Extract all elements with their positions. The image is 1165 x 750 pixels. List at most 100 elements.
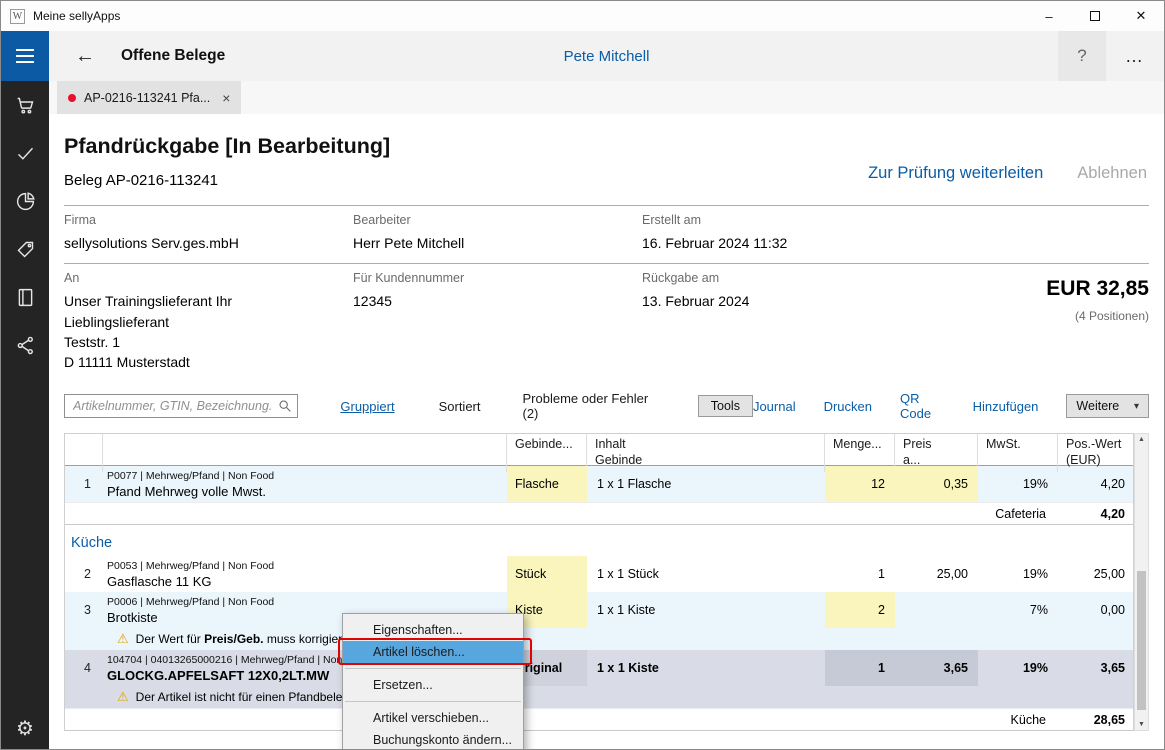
field-label: An bbox=[64, 271, 333, 285]
menu-item-artikel-loeschen[interactable]: Artikel löschen... bbox=[343, 641, 523, 663]
page-title: Offene Belege bbox=[121, 47, 225, 65]
subtotal-value: 28,65 bbox=[1058, 709, 1135, 730]
scroll-up-icon[interactable]: ▲ bbox=[1138, 436, 1145, 443]
problems-filter-link[interactable]: Probleme oder Fehler (2) bbox=[523, 391, 660, 421]
article-name: Brotkiste bbox=[107, 610, 158, 625]
help-button[interactable]: ? bbox=[1058, 31, 1106, 81]
menu-item-eigenschaften[interactable]: Eigenschaften... bbox=[343, 619, 523, 641]
table-row[interactable]: 2 P0053 | Mehrweg/Pfand | Non Food Gasfl… bbox=[65, 556, 1133, 592]
preis-cell[interactable]: 0,35 bbox=[895, 466, 978, 502]
search-icon[interactable] bbox=[277, 398, 293, 414]
recipient-city: D 11111 Musterstadt bbox=[64, 352, 333, 372]
weitere-dropdown-button[interactable]: Weitere ▾ bbox=[1066, 394, 1149, 418]
article-name: Gasflasche 11 KG bbox=[107, 574, 212, 589]
tab-document[interactable]: AP-0216-113241 Pfa... × bbox=[57, 81, 241, 114]
weitere-label: Weitere bbox=[1076, 399, 1119, 413]
journal-link[interactable]: Journal bbox=[753, 399, 796, 414]
titlebar: W Meine sellyApps – ✕ bbox=[1, 1, 1164, 31]
article-meta: P0053 | Mehrweg/Pfand | Non Food bbox=[107, 560, 274, 572]
search-input[interactable] bbox=[64, 394, 298, 418]
qr-code-link[interactable]: QR Code bbox=[900, 391, 945, 421]
menu-item-artikel-verschieben[interactable]: Artikel verschieben... bbox=[343, 707, 523, 729]
maximize-button[interactable] bbox=[1072, 1, 1118, 31]
app-window: W Meine sellyApps – ✕ bbox=[0, 0, 1165, 750]
article-name: GLOCKG.APFELSAFT 12X0,2LT.MW bbox=[107, 668, 329, 683]
hinzufuegen-link[interactable]: Hinzufügen bbox=[973, 399, 1039, 414]
context-menu: Eigenschaften... Artikel löschen... Erse… bbox=[342, 613, 524, 750]
article-meta: 104704 | 04013265000216 | Mehrweg/Pfand … bbox=[107, 654, 369, 666]
pie-chart-icon bbox=[15, 191, 36, 212]
field-label: Bearbeiter bbox=[353, 213, 622, 227]
mwst-cell: 7% bbox=[978, 592, 1058, 628]
warning-text: Der Artikel ist nicht für einen Pfandbel… bbox=[136, 690, 349, 704]
back-button[interactable]: ← bbox=[75, 45, 95, 68]
preis-cell[interactable]: 25,00 bbox=[895, 556, 978, 592]
article-meta: P0006 | Mehrweg/Pfand | Non Food bbox=[107, 596, 274, 608]
drucken-link[interactable]: Drucken bbox=[824, 399, 872, 414]
wert-cell: 0,00 bbox=[1058, 592, 1135, 628]
positions-table: Gebinde... InhaltGebinde Menge... Preisa… bbox=[64, 433, 1149, 731]
document-total: EUR 32,85 (4 Positionen) bbox=[1046, 271, 1149, 372]
field-value: 16. Februar 2024 11:32 bbox=[642, 233, 911, 253]
group-subtotal-row: Cafeteria 4,20 bbox=[65, 502, 1133, 525]
menu-separator bbox=[345, 701, 521, 702]
mwst-cell: 19% bbox=[978, 650, 1058, 686]
gebinde-cell[interactable]: Stück bbox=[507, 556, 587, 592]
menge-cell[interactable]: 1 bbox=[825, 650, 895, 686]
row-warning: ⚠ Der Artikel ist nicht für einen Pfandb… bbox=[65, 686, 1133, 708]
row-number: 3 bbox=[65, 592, 103, 628]
preis-cell[interactable] bbox=[895, 592, 978, 628]
info-row-1: Firma sellysolutions Serv.ges.mbH Bearbe… bbox=[64, 205, 1149, 263]
current-user-link[interactable]: Pete Mitchell bbox=[564, 31, 650, 81]
tab-close-icon[interactable]: × bbox=[222, 90, 230, 106]
menge-cell[interactable]: 1 bbox=[825, 556, 895, 592]
cart-icon bbox=[15, 95, 36, 116]
vertical-scrollbar[interactable]: ▲ ▼ bbox=[1134, 433, 1149, 731]
gebinde-cell[interactable]: Flasche bbox=[507, 466, 587, 502]
sidebar-item-journal[interactable] bbox=[1, 273, 49, 321]
sidebar-item-cart[interactable] bbox=[1, 81, 49, 129]
view-sortiert-link[interactable]: Sortiert bbox=[439, 399, 481, 414]
tag-icon bbox=[15, 239, 36, 260]
total-amount: EUR 32,85 bbox=[1046, 277, 1149, 301]
field-value: 13. Februar 2024 bbox=[642, 291, 911, 311]
sidebar-item-labels[interactable] bbox=[1, 225, 49, 273]
wert-cell: 4,20 bbox=[1058, 466, 1135, 502]
table-row[interactable]: 1 P0077 | Mehrweg/Pfand | Non Food Pfand… bbox=[65, 466, 1133, 502]
hamburger-menu-button[interactable] bbox=[1, 31, 49, 81]
tab-label: AP-0216-113241 Pfa... bbox=[84, 91, 210, 105]
preis-cell[interactable]: 3,65 bbox=[895, 650, 978, 686]
table-row-selected[interactable]: 4 104704 | 04013265000216 | Mehrweg/Pfan… bbox=[65, 650, 1133, 686]
inhalt-cell: 1 x 1 Kiste bbox=[587, 650, 825, 686]
close-button[interactable]: ✕ bbox=[1118, 1, 1164, 31]
menge-cell[interactable]: 12 bbox=[825, 466, 895, 502]
minimize-button[interactable]: – bbox=[1026, 1, 1072, 31]
menge-cell[interactable]: 2 bbox=[825, 592, 895, 628]
view-gruppiert-link[interactable]: Gruppiert bbox=[340, 399, 394, 414]
sidebar-item-share[interactable] bbox=[1, 321, 49, 369]
field-value: sellysolutions Serv.ges.mbH bbox=[64, 233, 333, 253]
warning-icon: ⚠ bbox=[117, 631, 129, 647]
menu-item-ersetzen[interactable]: Ersetzen... bbox=[343, 674, 523, 696]
field-erstellt-am: Erstellt am 16. Februar 2024 11:32 bbox=[642, 213, 931, 253]
scroll-down-icon[interactable]: ▼ bbox=[1138, 721, 1145, 728]
mwst-cell: 19% bbox=[978, 466, 1058, 502]
article-cell: P0053 | Mehrweg/Pfand | Non Food Gasflas… bbox=[103, 556, 507, 592]
table-row[interactable]: 3 P0006 | Mehrweg/Pfand | Non Food Brotk… bbox=[65, 592, 1133, 628]
field-label: Erstellt am bbox=[642, 213, 911, 227]
recipient-name: Unser Trainingslieferant Ihr Lieblingsli… bbox=[64, 291, 333, 332]
forward-for-review-link[interactable]: Zur Prüfung weiterleiten bbox=[868, 164, 1043, 183]
reject-link[interactable]: Ablehnen bbox=[1077, 164, 1147, 183]
row-number: 1 bbox=[65, 466, 103, 502]
settings-button[interactable]: ⚙ bbox=[1, 705, 49, 750]
more-options-button[interactable]: … bbox=[1106, 31, 1164, 81]
sidebar-item-reports[interactable] bbox=[1, 177, 49, 225]
scrollbar-thumb[interactable] bbox=[1137, 571, 1146, 710]
menu-item-buchungskonto-aendern[interactable]: Buchungskonto ändern... bbox=[343, 729, 523, 750]
sidebar-item-tasks[interactable] bbox=[1, 129, 49, 177]
tools-button[interactable]: Tools bbox=[698, 395, 753, 417]
modified-indicator-icon bbox=[68, 94, 76, 102]
subtotal-value: 4,20 bbox=[1058, 503, 1135, 524]
scrollbar-track[interactable] bbox=[1135, 443, 1148, 721]
checkmark-icon bbox=[15, 143, 36, 164]
